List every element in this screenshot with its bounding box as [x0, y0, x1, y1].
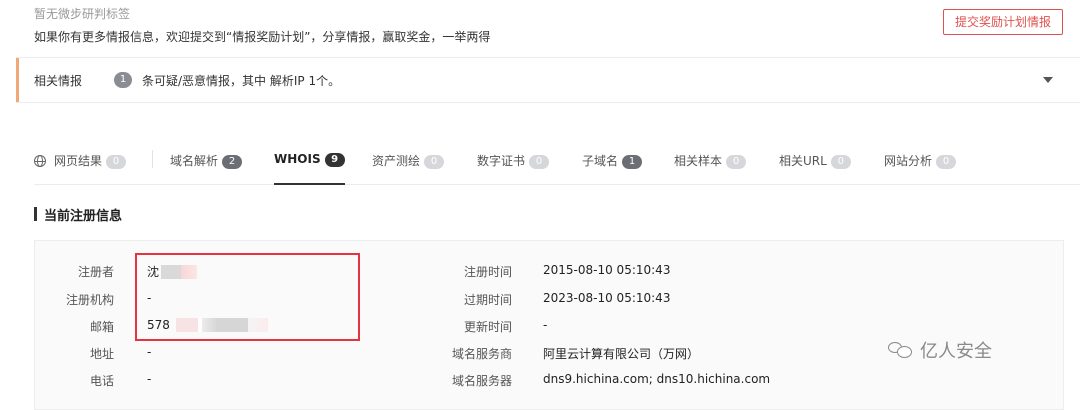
watermark-text: 亿人安全 — [920, 341, 992, 362]
registrant-label: 注册者 — [77, 265, 114, 279]
tab-certificates[interactable]: 数字证书 0 — [477, 152, 550, 184]
tab-label: 相关URL — [779, 154, 827, 168]
related-intel-bar[interactable]: 相关情报 1 条可疑/恶意情报，其中 解析IP 1个。 — [16, 57, 1080, 103]
tab-count-badge: 0 — [424, 155, 445, 169]
registrar-provider-value: 阿里云计算有限公司（万网） — [543, 347, 700, 361]
section-title-text: 当前注册信息 — [44, 209, 123, 224]
name-servers-value: dns9.hichina.com; dns10.hichina.com — [543, 372, 771, 386]
update-time-label: 更新时间 — [463, 320, 512, 334]
section-accent-bar — [34, 207, 37, 221]
highlight-box — [135, 253, 360, 341]
address-value: - — [147, 345, 152, 359]
result-tabs: 网页结果 0 域名解析 2 WHOIS 9 资产测绘 0 数字证书 0 子域名 1 相关样本… — [34, 146, 1080, 185]
tab-label: 子域名 — [582, 154, 619, 168]
registrar-provider-label: 域名服务商 — [451, 347, 512, 361]
related-intel-count-badge: 1 — [114, 72, 132, 88]
wechat-icon — [888, 340, 914, 360]
tab-site-analysis[interactable]: 网站分析 0 — [884, 152, 957, 184]
registration-time-label: 注册时间 — [463, 265, 512, 279]
tab-related-samples[interactable]: 相关样本 0 — [674, 152, 747, 184]
tab-count-badge: 0 — [529, 155, 550, 169]
tab-whois[interactable]: WHOIS 9 — [274, 152, 345, 185]
expiration-time-label: 过期时间 — [463, 293, 512, 307]
tab-count-badge: 1 — [622, 155, 643, 169]
tab-count-badge: 0 — [830, 155, 851, 169]
tab-label: 资产测绘 — [372, 154, 421, 168]
watermark: 亿人安全 — [888, 337, 992, 363]
name-servers-label: 域名服务器 — [451, 374, 512, 388]
tab-label: 相关样本 — [674, 154, 723, 168]
phone-label: 电话 — [89, 374, 114, 388]
tab-label: 网站分析 — [884, 154, 933, 168]
registrar-label: 注册机构 — [65, 293, 114, 307]
address-label: 地址 — [89, 347, 114, 361]
tab-label: 网页结果 — [54, 154, 103, 168]
chevron-down-icon[interactable] — [1043, 77, 1053, 83]
tab-count-badge: 0 — [726, 155, 747, 169]
tab-count-badge: 0 — [106, 155, 127, 169]
tab-label: WHOIS — [274, 152, 321, 166]
phone-value: - — [147, 372, 152, 386]
related-intel-summary: 条可疑/恶意情报，其中 解析IP 1个。 — [142, 74, 341, 88]
submit-intel-button[interactable]: 提交奖励计划情报 — [943, 9, 1063, 35]
email-label: 邮箱 — [89, 320, 114, 334]
registration-time-value: 2015-08-10 05:10:43 — [543, 263, 671, 277]
globe-icon — [34, 155, 46, 167]
update-time-value: - — [543, 318, 548, 332]
tab-related-url[interactable]: 相关URL 0 — [779, 152, 851, 184]
tab-count-badge: 2 — [222, 155, 243, 169]
tab-dns-resolution[interactable]: 域名解析 2 — [170, 152, 243, 184]
tab-label: 数字证书 — [477, 154, 526, 168]
tab-web-results[interactable]: 网页结果 0 — [34, 152, 127, 184]
tab-count-badge: 0 — [936, 155, 957, 169]
notice-text: 暂无微步研判标签 如果你有更多情报信息，欢迎提交到“情报奖励计划”，分享情报，赢… — [34, 6, 490, 46]
no-tag-text: 暂无微步研判标签 — [34, 7, 131, 21]
related-intel-label: 相关情报 — [34, 74, 83, 88]
expiration-time-value: 2023-08-10 05:10:43 — [543, 291, 671, 305]
reward-description: 如果你有更多情报信息，欢迎提交到“情报奖励计划”，分享情报，赢取奖金，一举两得 — [34, 30, 491, 44]
tab-asset-mapping[interactable]: 资产测绘 0 — [372, 152, 445, 184]
tab-subdomains[interactable]: 子域名 1 — [582, 152, 643, 184]
tab-label: 域名解析 — [170, 154, 219, 168]
tab-divider — [152, 150, 153, 168]
tab-count-badge: 9 — [324, 153, 345, 167]
